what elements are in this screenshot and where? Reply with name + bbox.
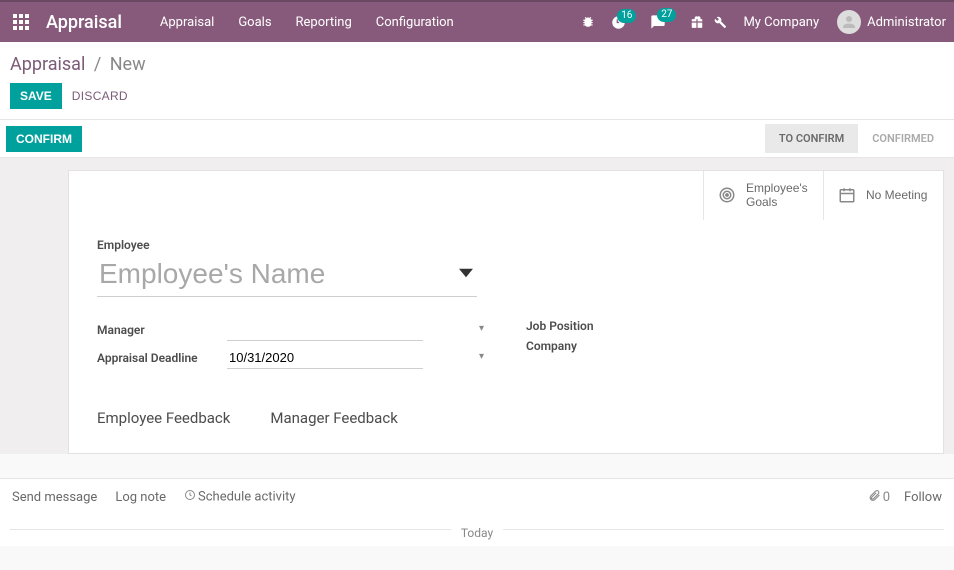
target-icon [718,186,736,204]
nav-item-appraisal[interactable]: Appraisal [150,9,224,36]
nav-item-configuration[interactable]: Configuration [366,9,464,36]
send-message-link[interactable]: Send message [12,490,97,505]
breadcrumb-sep: / [94,54,101,75]
stat-meeting-label: No Meeting [866,188,927,202]
company-label: Company [526,339,656,353]
tab-employee-feedback[interactable]: Employee Feedback [97,409,230,427]
messages-icon[interactable]: 27 [650,14,666,30]
employee-input[interactable] [97,256,477,296]
employee-field-wrap [97,256,477,297]
calendar-icon [838,186,856,204]
deadline-input[interactable] [227,347,423,369]
nav-menu: Appraisal Goals Reporting Configuration [150,9,464,36]
top-navbar: Appraisal Appraisal Goals Reporting Conf… [0,0,954,42]
messages-badge: 27 [657,8,676,22]
schedule-activity-label: Schedule activity [198,490,296,505]
discard-button[interactable]: DISCARD [72,89,128,103]
stage-to-confirm[interactable]: TO CONFIRM [765,124,858,153]
actions-row: SAVE DISCARD [0,83,954,119]
nav-item-goals[interactable]: Goals [228,9,281,36]
paperclip-icon [868,489,881,506]
status-stages: TO CONFIRM CONFIRMED [765,124,948,153]
follow-button[interactable]: Follow [904,490,942,505]
stat-button-box: Employee's Goals No Meeting [69,171,943,220]
form-sheet: Employee's Goals No Meeting Employee [68,170,944,454]
job-position-label: Job Position [526,319,656,333]
breadcrumb-row: Appraisal / New [0,42,954,83]
stat-goals-label: Employee's Goals [746,181,808,210]
app-brand[interactable]: Appraisal [42,12,136,33]
form-area: Employee's Goals No Meeting Employee [0,158,954,454]
tools-icon[interactable] [714,16,727,29]
company-selector[interactable]: My Company [743,15,819,30]
schedule-activity-link[interactable]: Schedule activity [184,489,296,505]
user-menu[interactable]: Administrator [837,10,946,34]
stat-button-goals[interactable]: Employee's Goals [703,171,823,220]
attachments-count: 0 [883,490,890,505]
breadcrumb-current: New [110,54,146,75]
log-note-link[interactable]: Log note [115,490,166,505]
gift-icon[interactable] [690,15,704,29]
feedback-tabs: Employee Feedback Manager Feedback [97,409,915,427]
apps-icon[interactable] [0,1,42,43]
avatar-icon [837,10,861,34]
employee-label: Employee [97,238,915,252]
chatter-bar: Send message Log note Schedule activity … [0,478,954,512]
dropdown-caret-icon: ▾ [479,323,484,334]
dropdown-caret-icon: ▾ [479,351,484,362]
status-bar: CONFIRM TO CONFIRM CONFIRMED [0,119,954,158]
activities-icon[interactable]: 16 [611,15,626,30]
today-label: Today [451,526,503,540]
manager-input[interactable] [227,319,423,341]
chatter-today-separator: Today [0,512,954,546]
confirm-button[interactable]: CONFIRM [6,126,82,152]
stat-button-meeting[interactable]: No Meeting [823,171,943,220]
breadcrumb-root[interactable]: Appraisal [10,54,85,75]
deadline-label: Appraisal Deadline [97,351,227,365]
activities-badge: 16 [617,9,636,23]
bug-icon[interactable] [581,15,595,29]
stage-confirmed[interactable]: CONFIRMED [858,124,948,153]
nav-item-reporting[interactable]: Reporting [286,9,362,36]
tab-manager-feedback[interactable]: Manager Feedback [270,409,397,427]
user-name: Administrator [867,15,946,30]
manager-label: Manager [97,323,227,337]
clock-icon [184,489,196,505]
attachments-button[interactable]: 0 [868,489,890,506]
save-button[interactable]: SAVE [10,83,62,109]
